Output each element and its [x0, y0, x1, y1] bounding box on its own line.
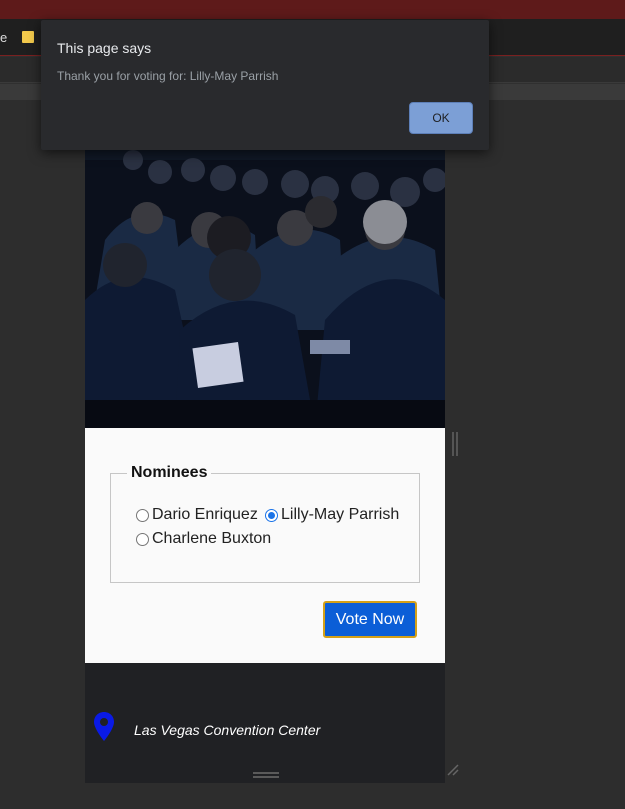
bookmark-item-label[interactable]: e [0, 30, 7, 45]
nominee-label: Charlene Buxton [152, 530, 272, 547]
radio-dario[interactable] [136, 508, 149, 522]
device-frame: Nominees Dario Enriquez Lilly-May Parris… [85, 100, 459, 783]
nominees-legend: Nominees [127, 464, 212, 482]
nominee-option-lilly-may[interactable]: Lilly-May Parrish [265, 506, 399, 524]
nominee-option-charlene[interactable]: Charlene Buxton [136, 530, 271, 548]
dialog-title: This page says [57, 40, 152, 56]
voting-card: Nominees Dario Enriquez Lilly-May Parris… [85, 428, 445, 663]
browser-title-bar [0, 0, 625, 19]
venue-name: Las Vegas Convention Center [134, 722, 321, 738]
page-footer: Las Vegas Convention Center [85, 663, 445, 763]
folder-icon[interactable] [22, 31, 34, 43]
nominees-fieldset: Nominees Dario Enriquez Lilly-May Parris… [110, 464, 420, 583]
corner-resize-icon[interactable] [447, 764, 459, 776]
horizontal-resize-handle[interactable] [452, 432, 458, 456]
dialog-message: Thank you for voting for: Lilly-May Parr… [57, 69, 279, 83]
map-pin-icon [94, 712, 114, 741]
vertical-resize-handle[interactable] [253, 772, 279, 778]
nominee-label: Lilly-May Parrish [281, 506, 400, 523]
nominee-option-dario[interactable]: Dario Enriquez [136, 506, 258, 524]
alert-dialog: This page says Thank you for voting for:… [41, 20, 489, 150]
nominee-label: Dario Enriquez [152, 506, 258, 523]
vote-now-button[interactable]: Vote Now [323, 601, 417, 638]
radio-charlene[interactable] [136, 532, 149, 546]
ok-button[interactable]: OK [409, 102, 473, 134]
radio-lilly-may[interactable] [265, 508, 278, 522]
